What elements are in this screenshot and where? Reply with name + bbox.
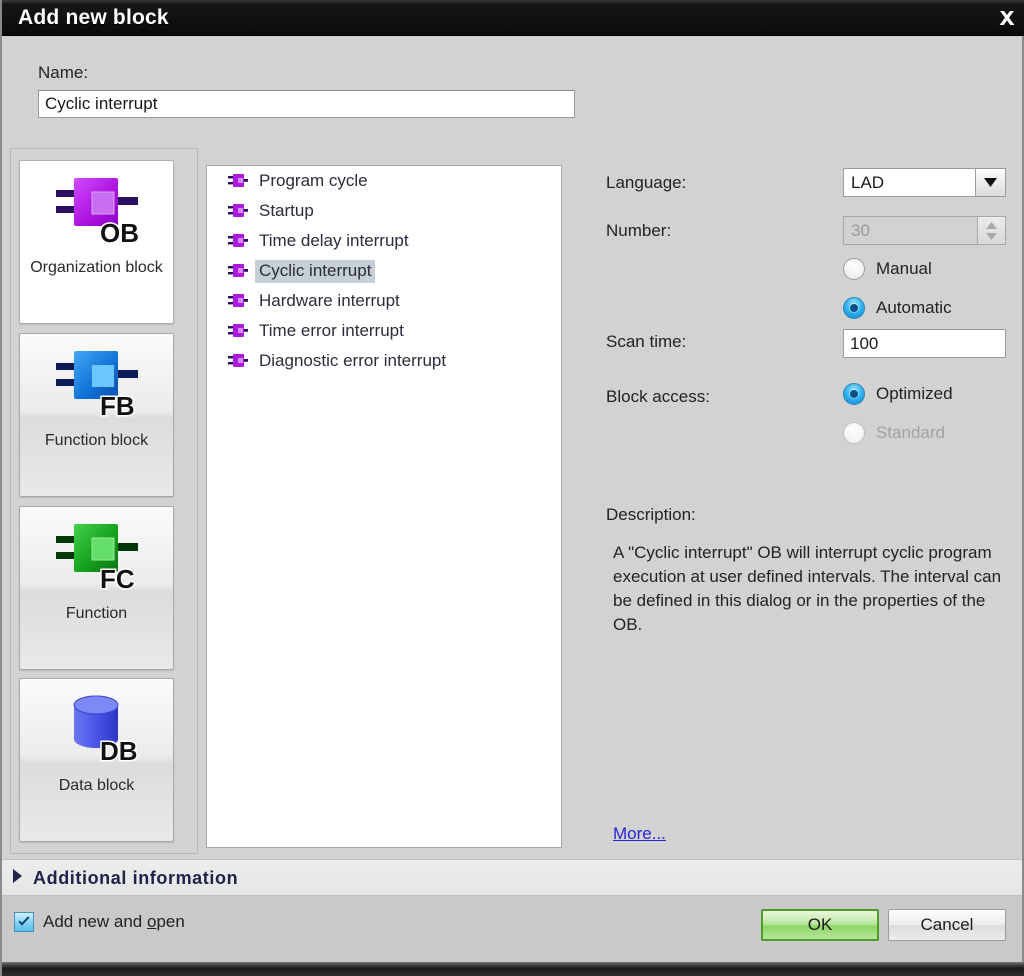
ob-block-icon (227, 352, 249, 370)
ob-block-icon (227, 202, 249, 220)
description-label: Description: (606, 505, 696, 524)
number-label: Number: (606, 221, 672, 240)
list-item-label: Cyclic interrupt (255, 259, 376, 283)
block-type-label: Function (65, 605, 128, 622)
block-type-label: Function block (44, 432, 149, 449)
numbering-radio-manual[interactable]: Manual (843, 258, 932, 280)
radio-indicator-selected[interactable] (843, 383, 865, 405)
number-value: 30 (851, 221, 870, 240)
stepper-arrows-icon[interactable] (977, 217, 1005, 244)
svg-text:FC: FC (100, 564, 135, 594)
add-new-and-open-label: Add new and open (43, 912, 185, 932)
add-new-and-open-checkbox[interactable] (14, 912, 34, 932)
dialog-title-bar: Add new block (2, 0, 1024, 36)
description-text: A "Cyclic interrupt" OB will interrupt c… (613, 543, 1002, 634)
additional-information-expander[interactable]: Additional information (2, 859, 1022, 896)
list-item-label: Diagnostic error interrupt (259, 350, 447, 370)
svg-text:FB: FB (100, 391, 135, 421)
block-type-label: Organization block (30, 259, 163, 276)
dialog-title: Add new block (18, 6, 169, 29)
close-icon[interactable] (991, 2, 1023, 33)
list-item[interactable]: Hardware interrupt (207, 286, 561, 316)
chevron-down-icon[interactable] (975, 169, 1005, 196)
name-label: Name: (38, 63, 89, 82)
radio-indicator[interactable] (843, 258, 865, 280)
numbering-radio-automatic[interactable]: Automatic (843, 297, 952, 319)
svg-text:DB: DB (100, 736, 138, 766)
additional-information-label: Additional information (33, 867, 239, 888)
radio-label: Standard (876, 423, 945, 442)
block-type-label: Data block (58, 777, 135, 794)
organization-block-icon: OB (20, 161, 173, 257)
radio-label: Automatic (876, 298, 952, 317)
list-item-selected[interactable]: Cyclic interrupt (207, 256, 561, 286)
add-new-and-open-checkbox-row[interactable]: Add new and open (14, 912, 185, 932)
scan-time-label: Scan time: (606, 332, 687, 351)
ok-button[interactable]: OK (761, 909, 879, 941)
more-link[interactable]: More... (613, 824, 666, 844)
list-item-label: Hardware interrupt (259, 290, 400, 310)
radio-label: Optimized (876, 384, 953, 403)
language-label: Language: (606, 173, 687, 192)
block-type-function[interactable]: FC Function (19, 506, 174, 670)
label-part-suffix: pen (156, 912, 185, 931)
ob-block-icon (227, 172, 249, 190)
number-stepper[interactable]: 30 (843, 216, 1006, 245)
label-part-prefix: Add new and (43, 912, 147, 931)
ob-type-list[interactable]: Program cycle Startup Time delay interru… (206, 165, 562, 848)
block-type-function-block[interactable]: FB Function block (19, 333, 174, 497)
ob-block-icon (227, 322, 249, 340)
function-block-icon: FB (20, 334, 173, 430)
list-item[interactable]: Time delay interrupt (207, 226, 561, 256)
block-name-input[interactable] (38, 90, 575, 118)
ob-block-icon (227, 232, 249, 250)
radio-label: Manual (876, 259, 932, 278)
block-access-radio-standard: Standard (843, 422, 945, 444)
list-item-label: Time error interrupt (259, 320, 404, 340)
cancel-button[interactable]: Cancel (888, 909, 1006, 941)
block-access-radio-optimized[interactable]: Optimized (843, 383, 953, 405)
add-new-block-dialog: Add new block Name: OB (0, 0, 1024, 976)
svg-text:OB: OB (100, 218, 139, 248)
list-item[interactable]: Diagnostic error interrupt (207, 346, 561, 376)
list-item-label: Startup (259, 200, 314, 220)
list-item[interactable]: Time error interrupt (207, 316, 561, 346)
block-type-organization-block[interactable]: OB Organization block (19, 160, 174, 324)
ob-block-icon (227, 292, 249, 310)
chevron-right-icon[interactable] (12, 868, 23, 888)
ob-block-icon (227, 262, 249, 280)
block-access-label: Block access: (606, 387, 710, 406)
list-item-label: Time delay interrupt (259, 230, 409, 250)
scan-time-input[interactable] (843, 329, 1006, 358)
function-icon: FC (20, 507, 173, 603)
list-item[interactable]: Program cycle (207, 166, 561, 196)
data-block-icon: DB (20, 679, 173, 775)
list-item-label: Program cycle (259, 170, 368, 190)
radio-indicator-disabled (843, 422, 865, 444)
language-dropdown[interactable]: LAD (843, 168, 1006, 197)
window-bottom-edge (2, 962, 1024, 976)
language-value: LAD (851, 173, 885, 192)
list-item[interactable]: Startup (207, 196, 561, 226)
block-type-data-block[interactable]: DB Data block (19, 678, 174, 842)
radio-indicator-selected[interactable] (843, 297, 865, 319)
